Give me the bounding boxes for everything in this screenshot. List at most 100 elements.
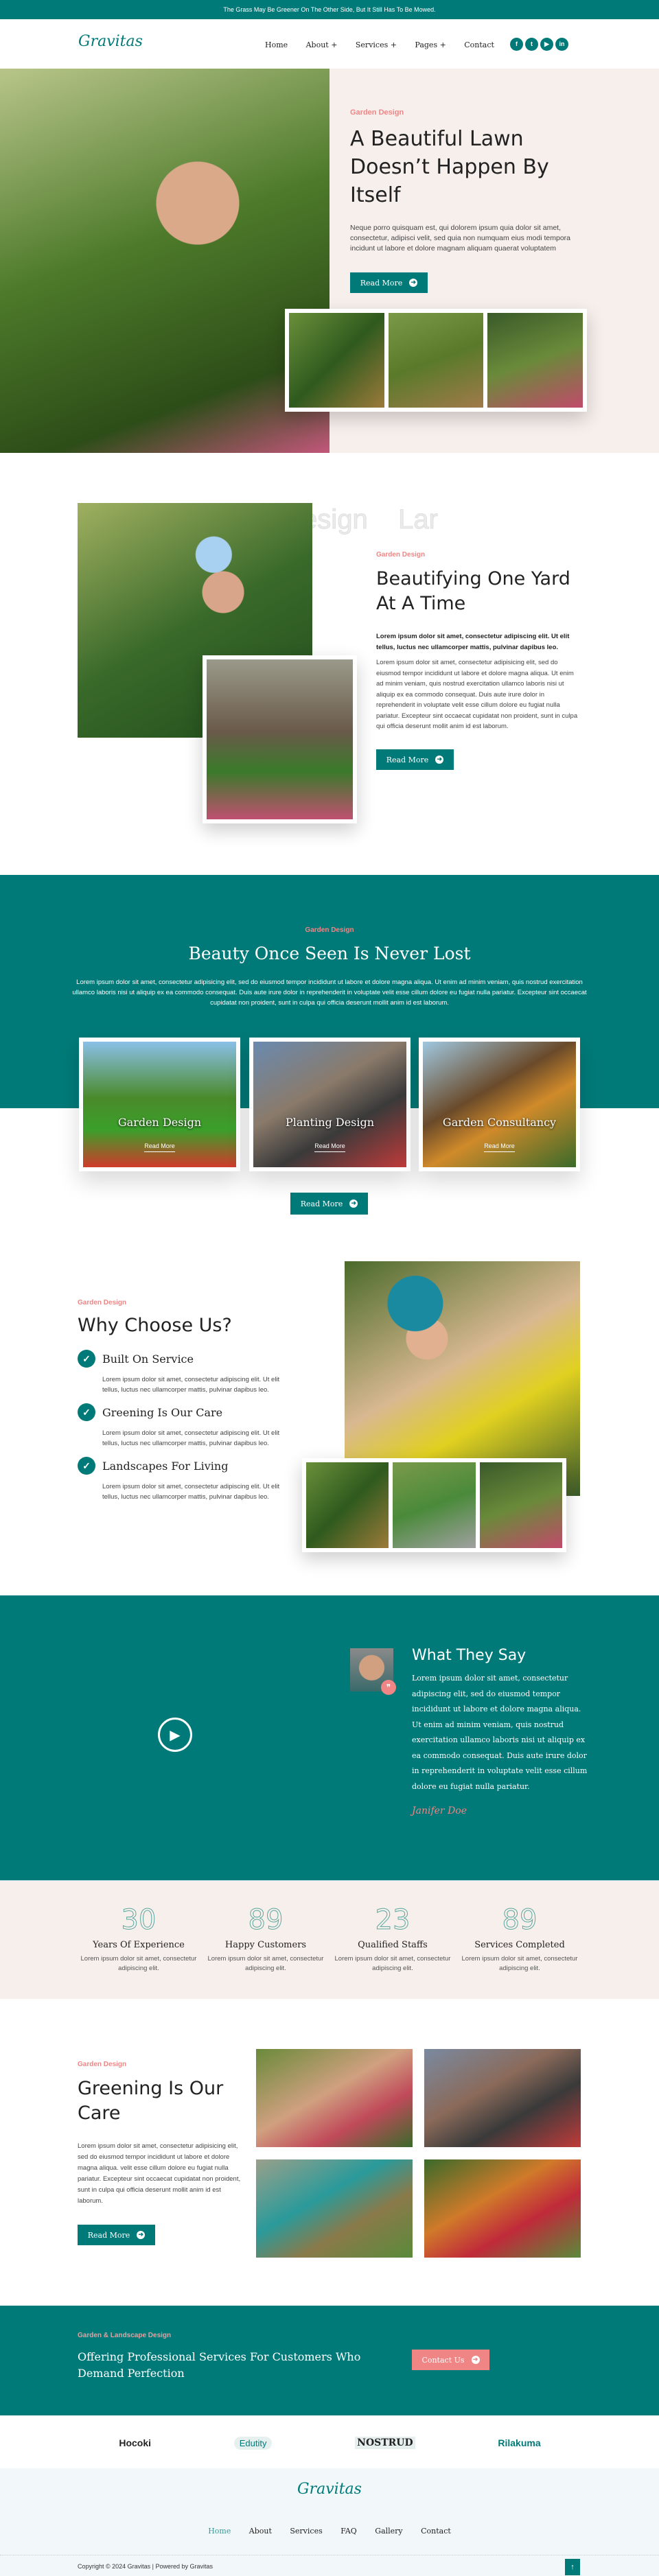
- play-video-button[interactable]: ▶: [158, 1718, 192, 1752]
- service-card[interactable]: Garden Consultancy Read More: [419, 1038, 580, 1171]
- testimonial-title: What They Say: [412, 1647, 527, 1664]
- why-title: Why Choose Us?: [78, 1315, 232, 1336]
- partner-logo: Edutity: [233, 2436, 273, 2450]
- card-read-more-link[interactable]: Read More: [314, 1143, 345, 1152]
- footer-nav-faq[interactable]: FAQ: [340, 2527, 357, 2536]
- greening-image: [256, 2159, 413, 2258]
- services-title: Beauty Once Seen Is Never Lost: [188, 944, 471, 963]
- top-bar: The Grass May Be Greener On The Other Si…: [0, 0, 659, 19]
- contact-us-button[interactable]: Contact Us ➜: [412, 2350, 489, 2370]
- logo[interactable]: Gravitas: [78, 33, 143, 50]
- button-label: Contact Us: [421, 2355, 465, 2365]
- partner-logo: Hocoki: [119, 2437, 152, 2448]
- why-item-title: Landscapes For Living: [102, 1459, 229, 1473]
- greening-read-more-button[interactable]: Read More ➜: [78, 2225, 155, 2245]
- stat-item: 23 Qualified Staffs Lorem ipsum dolor sit …: [331, 1904, 454, 1974]
- cta-content: Garden & Landscape Design Offering Profe…: [78, 2332, 366, 2382]
- button-label: Read More: [300, 1199, 343, 1208]
- header: Gravitas Home About + Services + Pages +…: [0, 19, 659, 69]
- testimonial-content: What They Say Lorem ipsum dolor sit amet…: [412, 1647, 590, 1816]
- card-read-more-link[interactable]: Read More: [144, 1143, 175, 1152]
- button-label: Read More: [87, 2230, 130, 2240]
- nav-services[interactable]: Services +: [356, 40, 397, 49]
- check-circle-icon: ✓: [78, 1457, 95, 1475]
- hero-text: Neque porro quisquam est, qui dolorem ip…: [350, 224, 571, 253]
- stat-text: Lorem ipsum dolor sit amet, consectetur …: [207, 1955, 324, 1972]
- greening-content: Garden Design Greening Is Our Care Lorem…: [78, 2061, 242, 2207]
- why-item: ✓ Built On Service Lorem ipsum dolor sit a…: [78, 1350, 290, 1395]
- why-tag: Garden Design: [78, 1299, 127, 1307]
- card-title: Garden Consultancy: [442, 1116, 557, 1129]
- stat-number: 89: [502, 1904, 537, 1936]
- play-icon: ▶: [170, 1727, 181, 1743]
- about-title: Beautifying One Yard At A Time: [376, 568, 570, 614]
- arrow-up-icon: ↑: [570, 2563, 575, 2571]
- why-item-title: Greening Is Our Care: [102, 1405, 223, 1419]
- why-item-text: Lorem ipsum dolor sit amet, consectetur …: [102, 1483, 280, 1501]
- services-tag: Garden Design: [305, 926, 354, 934]
- twitter-icon[interactable]: t: [525, 37, 538, 51]
- footer-nav-gallery[interactable]: Gallery: [375, 2527, 402, 2536]
- stat-text: Lorem ipsum dolor sit amet, consectetur …: [461, 1955, 578, 1972]
- services-header: Garden Design Beauty Once Seen Is Never …: [69, 926, 590, 1008]
- check-circle-icon: ✓: [78, 1350, 95, 1368]
- why-item: ✓ Landscapes For Living Lorem ipsum dolor …: [78, 1457, 290, 1502]
- button-label: Read More: [386, 755, 429, 764]
- nav-home[interactable]: Home: [265, 40, 288, 49]
- why-item-text: Lorem ipsum dolor sit amet, consectetur …: [102, 1429, 280, 1447]
- partner-logo: NOSTRUD: [355, 2437, 415, 2449]
- footer-nav-contact[interactable]: Contact: [421, 2527, 451, 2536]
- service-card[interactable]: Planting Design Read More: [249, 1038, 411, 1171]
- why-item: ✓ Greening Is Our Care Lorem ipsum dolor s…: [78, 1403, 290, 1449]
- top-bar-text: The Grass May Be Greener On The Other Si…: [223, 6, 436, 13]
- footer-nav: Home About Services FAQ Gallery Contact: [0, 2525, 659, 2537]
- why-item-text: Lorem ipsum dolor sit amet, consectetur …: [102, 1376, 280, 1394]
- gallery-image: [306, 1462, 389, 1548]
- greening-image: [424, 2049, 581, 2147]
- facebook-icon[interactable]: f: [510, 37, 523, 51]
- stat-title: Services Completed: [474, 1940, 565, 1950]
- services-read-more-button[interactable]: Read More ➜: [290, 1193, 368, 1215]
- copyright: Copyright © 2024 Gravitas | Powered by G…: [78, 2563, 213, 2570]
- hero-read-more-button[interactable]: Read More ➜: [350, 272, 428, 293]
- stat-number: 23: [375, 1904, 411, 1936]
- stat-title: Qualified Staffs: [358, 1940, 428, 1950]
- nav-contact[interactable]: Contact: [464, 40, 494, 49]
- gallery-image: [289, 313, 384, 408]
- button-label: Read More: [360, 278, 403, 288]
- card-read-more-link[interactable]: Read More: [484, 1143, 515, 1152]
- youtube-icon[interactable]: ▶: [540, 38, 553, 51]
- card-title: Garden Design: [117, 1116, 202, 1129]
- about-read-more-button[interactable]: Read More ➜: [376, 749, 454, 770]
- gallery-image: [487, 313, 583, 408]
- hero-tag: Garden Design: [350, 108, 404, 117]
- arrow-right-icon: ➜: [137, 2231, 146, 2239]
- partner-logo: Rilakuma: [498, 2437, 541, 2448]
- testimonial-text: Lorem ipsum dolor sit amet, consectetur …: [412, 1674, 588, 1791]
- about-lead: Lorem ipsum dolor sit amet, consectetur …: [376, 633, 570, 651]
- main-nav: Home About + Services + Pages + Contact: [257, 38, 502, 51]
- hero-image: [0, 69, 330, 453]
- services-text: Lorem ipsum dolor sit amet, consectetur …: [72, 979, 587, 1007]
- stat-title: Years Of Experience: [93, 1940, 185, 1950]
- footer-nav-home[interactable]: Home: [208, 2527, 231, 2536]
- about-image-house-frame: [203, 655, 357, 823]
- partner-logos: Hocoki Edutity NOSTRUD Rilakuma: [78, 2426, 582, 2460]
- greening-title: Greening Is Our Care: [78, 2078, 224, 2124]
- nav-pages[interactable]: Pages +: [415, 40, 446, 49]
- arrow-right-icon: ➜: [409, 279, 418, 287]
- greening-tag: Garden Design: [78, 2061, 127, 2068]
- about-tag: Garden Design: [376, 551, 426, 559]
- service-card[interactable]: Garden Design Read More: [79, 1038, 240, 1171]
- footer-logo[interactable]: Gravitas: [0, 2481, 659, 2498]
- footer-nav-services[interactable]: Services: [290, 2527, 322, 2536]
- scroll-to-top-button[interactable]: ↑: [565, 2559, 580, 2575]
- stat-item: 30 Years Of Experience Lorem ipsum dolor s…: [77, 1904, 200, 1974]
- card-title: Planting Design: [285, 1116, 375, 1129]
- stat-number: 89: [248, 1904, 284, 1936]
- linkedin-icon[interactable]: in: [555, 37, 568, 51]
- hero-content: Garden Design A Beautiful Lawn Doesn’t H…: [350, 108, 597, 254]
- why-gallery: [302, 1458, 566, 1552]
- nav-about[interactable]: About +: [306, 40, 338, 49]
- footer-nav-about[interactable]: About: [249, 2527, 272, 2536]
